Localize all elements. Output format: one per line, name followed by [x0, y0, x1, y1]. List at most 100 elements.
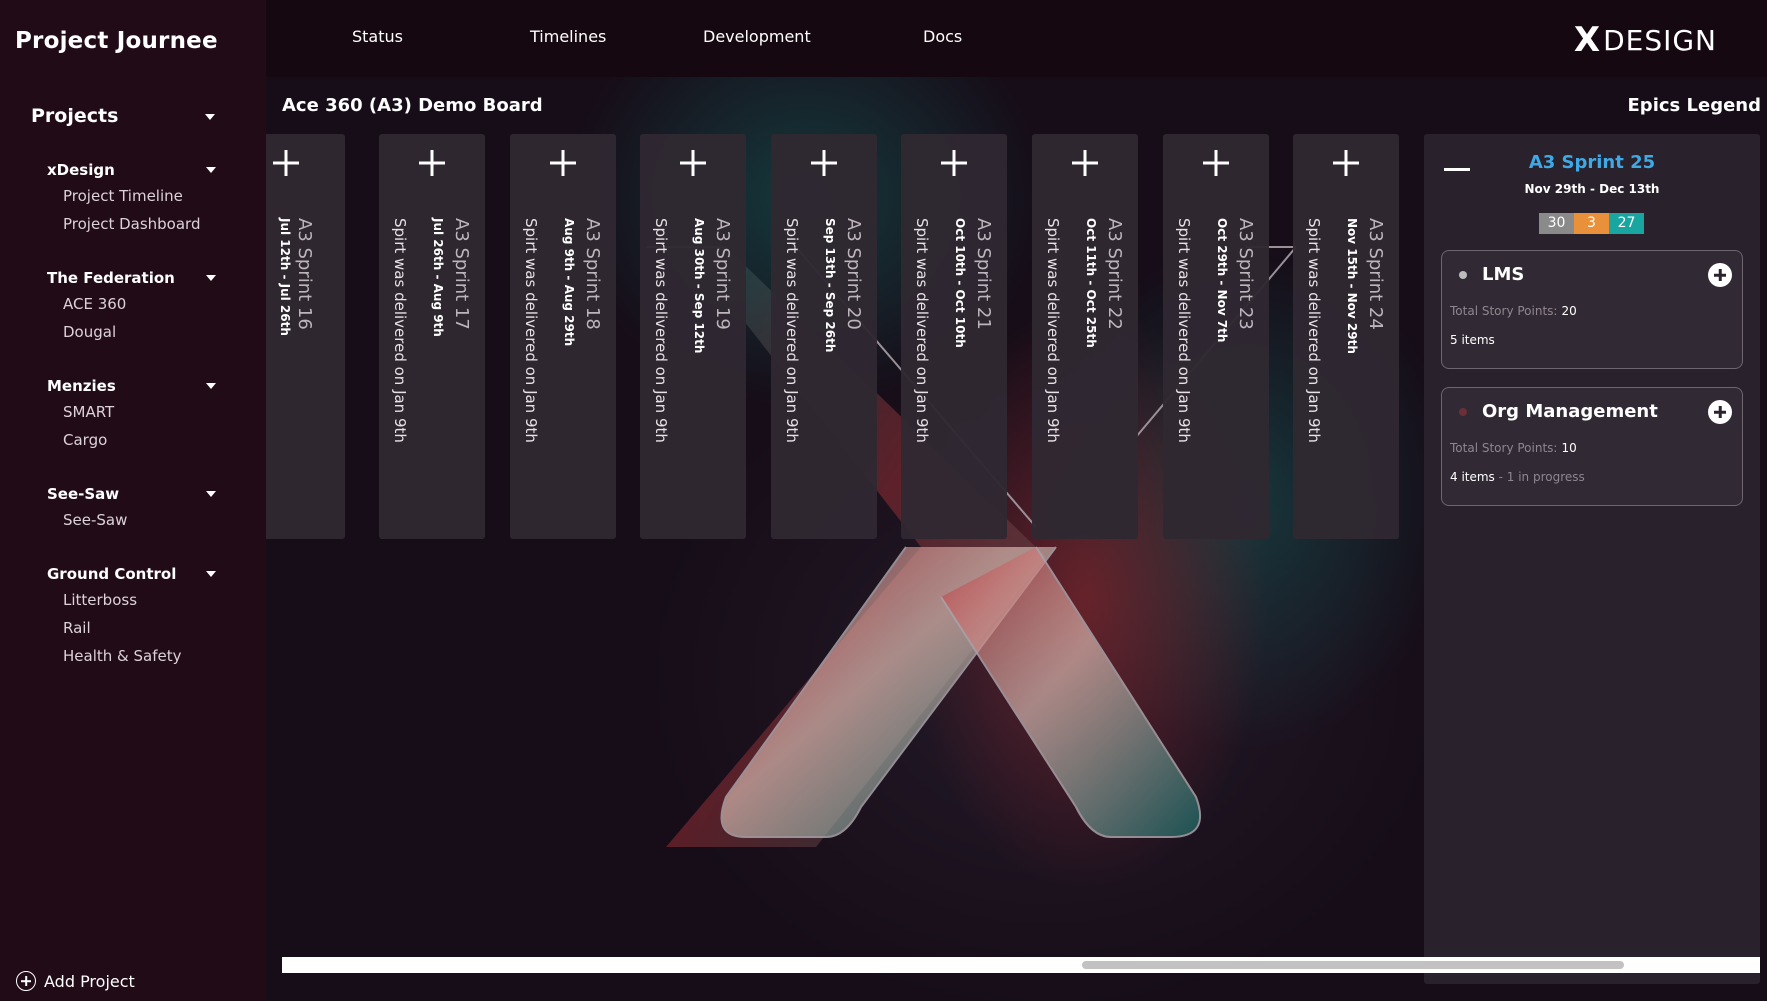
add-project-button[interactable]: Add Project — [16, 971, 135, 991]
sprint-note: Spirt was delivered on Jan 9th — [522, 218, 540, 443]
epic-points: Total Story Points: 10 — [1450, 441, 1577, 455]
epic-status-dot — [1459, 408, 1467, 416]
sprint-note: Spirt was delivered on Jan 9th — [1044, 218, 1062, 443]
count-in-progress: 3 — [1574, 213, 1609, 234]
epic-points-value: 20 — [1561, 304, 1577, 318]
sprint-dates: Jul 26th - Aug 9th — [431, 218, 445, 337]
sprint-column[interactable]: A3 Sprint 17 Jul 26th - Aug 9th Spirt wa… — [379, 134, 485, 539]
sprint-dates: Oct 11th - Oct 25th — [1084, 218, 1098, 348]
projects-label: Projects — [31, 105, 119, 127]
plus-icon[interactable] — [419, 150, 445, 176]
project-group-ground-control: Ground Control Litterboss Rail Health & … — [47, 562, 222, 670]
sprint-dates: Oct 29th - Nov 7th — [1215, 218, 1229, 343]
top-nav-bar: Status Timelines Development Docs X DESI… — [266, 0, 1767, 77]
sidebar-item-ace-360[interactable]: ACE 360 — [63, 290, 222, 318]
epic-name: Org Management — [1482, 401, 1658, 422]
sprint-column[interactable]: A3 Sprint 19 Aug 30th - Sep 12th Spirt w… — [640, 134, 746, 539]
plus-icon[interactable] — [680, 150, 706, 176]
plus-icon[interactable] — [273, 150, 299, 176]
add-circle-icon[interactable] — [1708, 263, 1732, 287]
sprint-dates: Nov 15th - Nov 29th — [1345, 218, 1359, 354]
sprint-column[interactable]: A3 Sprint 21 Oct 10th - Oct 10th Spirt w… — [901, 134, 1007, 539]
epic-card-org-management[interactable]: Org Management Total Story Points: 10 4 i… — [1441, 387, 1743, 506]
sprint-name: A3 Sprint 24 — [1365, 218, 1386, 330]
sprint-column[interactable]: A3 Sprint 24 Nov 15th - Nov 29th Spirt w… — [1293, 134, 1399, 539]
sprint-name: A3 Sprint 16 — [294, 218, 315, 330]
sidebar-item-see-saw[interactable]: See-Saw — [63, 506, 222, 534]
plus-icon[interactable] — [1203, 150, 1229, 176]
project-group-menzies: Menzies SMART Cargo — [47, 374, 222, 454]
group-title-label: See-Saw — [47, 485, 120, 503]
brand-logo-x: X — [1573, 20, 1602, 60]
sprint-name: A3 Sprint 20 — [843, 218, 864, 330]
chevron-down-icon[interactable] — [206, 491, 216, 497]
sprint-dates: Aug 9th - Aug 29th — [562, 218, 576, 347]
sprint-name: A3 Sprint 18 — [582, 218, 603, 330]
sprint-note: Spirt was delivered on Jan 9th — [913, 218, 931, 443]
group-title-label: xDesign — [47, 161, 115, 179]
active-sprint-panel: A3 Sprint 25 Nov 29th - Dec 13th 30 3 27… — [1424, 134, 1760, 984]
nav-timelines[interactable]: Timelines — [530, 27, 606, 46]
sidebar-item-litterboss[interactable]: Litterboss — [63, 586, 222, 614]
add-circle-icon[interactable] — [1708, 400, 1732, 424]
count-done: 27 — [1609, 213, 1644, 234]
sprint-column[interactable]: A3 Sprint 22 Oct 11th - Oct 25th Spirt w… — [1032, 134, 1138, 539]
epic-card-lms[interactable]: LMS Total Story Points: 20 5 items — [1441, 250, 1743, 369]
projects-header[interactable]: Projects — [31, 105, 221, 127]
sidebar-item-cargo[interactable]: Cargo — [63, 426, 222, 454]
plus-icon[interactable] — [550, 150, 576, 176]
sprint-note: Spirt was delivered on Jan 9th — [783, 218, 801, 443]
chevron-down-icon[interactable] — [206, 167, 216, 173]
plus-icon[interactable] — [941, 150, 967, 176]
sidebar-item-health-safety[interactable]: Health & Safety — [63, 642, 222, 670]
epic-progress-note: - 1 in progress — [1494, 470, 1585, 484]
sprint-name: A3 Sprint 23 — [1235, 218, 1256, 330]
plus-icon[interactable] — [1072, 150, 1098, 176]
add-circle-icon — [16, 971, 36, 991]
group-title[interactable]: See-Saw — [47, 482, 222, 506]
sprint-column[interactable]: A3 Sprint 20 Sep 13th - Sep 26th Spirt w… — [771, 134, 877, 539]
nav-status[interactable]: Status — [352, 27, 403, 46]
group-title-label: Ground Control — [47, 565, 177, 583]
chevron-down-icon[interactable] — [206, 383, 216, 389]
sprint-name: A3 Sprint 22 — [1104, 218, 1125, 330]
chevron-down-icon[interactable] — [206, 571, 216, 577]
count-total: 30 — [1539, 213, 1574, 234]
project-group-see-saw: See-Saw See-Saw — [47, 482, 222, 534]
chevron-down-icon[interactable] — [205, 114, 215, 120]
epic-items: 5 items — [1450, 333, 1495, 347]
sidebar-item-rail[interactable]: Rail — [63, 614, 222, 642]
sidebar-item-dougal[interactable]: Dougal — [63, 318, 222, 346]
epic-points-value: 10 — [1561, 441, 1577, 455]
sprint-note: Spirt was delivered on Jan 9th — [1175, 218, 1193, 443]
sidebar-item-project-dashboard[interactable]: Project Dashboard — [63, 210, 222, 238]
sprint-name: A3 Sprint 17 — [451, 218, 472, 330]
horizontal-scrollbar[interactable] — [282, 957, 1760, 973]
nav-docs[interactable]: Docs — [923, 27, 962, 46]
sprint-column[interactable]: A3 Sprint 16 Jul 12th - Jul 26th — [266, 134, 345, 539]
sidebar-item-project-timeline[interactable]: Project Timeline — [63, 182, 222, 210]
chevron-down-icon[interactable] — [206, 275, 216, 281]
group-title[interactable]: Menzies — [47, 374, 222, 398]
sprint-note: Spirt was delivered on Jan 9th — [1305, 218, 1323, 443]
scrollbar-thumb[interactable] — [1082, 961, 1624, 969]
group-title[interactable]: The Federation — [47, 266, 222, 290]
group-title[interactable]: Ground Control — [47, 562, 222, 586]
sprint-column[interactable]: A3 Sprint 18 Aug 9th - Aug 29th Spirt wa… — [510, 134, 616, 539]
group-title[interactable]: xDesign — [47, 158, 222, 182]
epics-legend-title[interactable]: Epics Legend — [1628, 95, 1761, 116]
active-sprint-name: A3 Sprint 25 — [1528, 152, 1656, 173]
sprint-dates: Aug 30th - Sep 12th — [692, 218, 706, 354]
project-group-xdesign: xDesign Project Timeline Project Dashboa… — [47, 158, 222, 238]
sprint-column[interactable]: A3 Sprint 23 Oct 29th - Nov 7th Spirt wa… — [1163, 134, 1269, 539]
active-sprint-dates: Nov 29th - Dec 13th — [1524, 182, 1660, 196]
sprint-name: A3 Sprint 19 — [712, 218, 733, 330]
sidebar-item-smart[interactable]: SMART — [63, 398, 222, 426]
plus-icon[interactable] — [1333, 150, 1359, 176]
epic-item-count: 5 items — [1450, 333, 1495, 347]
group-title-label: The Federation — [47, 269, 175, 287]
add-project-label: Add Project — [44, 971, 135, 991]
nav-development[interactable]: Development — [703, 27, 811, 46]
sprint-dates: Oct 10th - Oct 10th — [953, 218, 967, 348]
plus-icon[interactable] — [811, 150, 837, 176]
